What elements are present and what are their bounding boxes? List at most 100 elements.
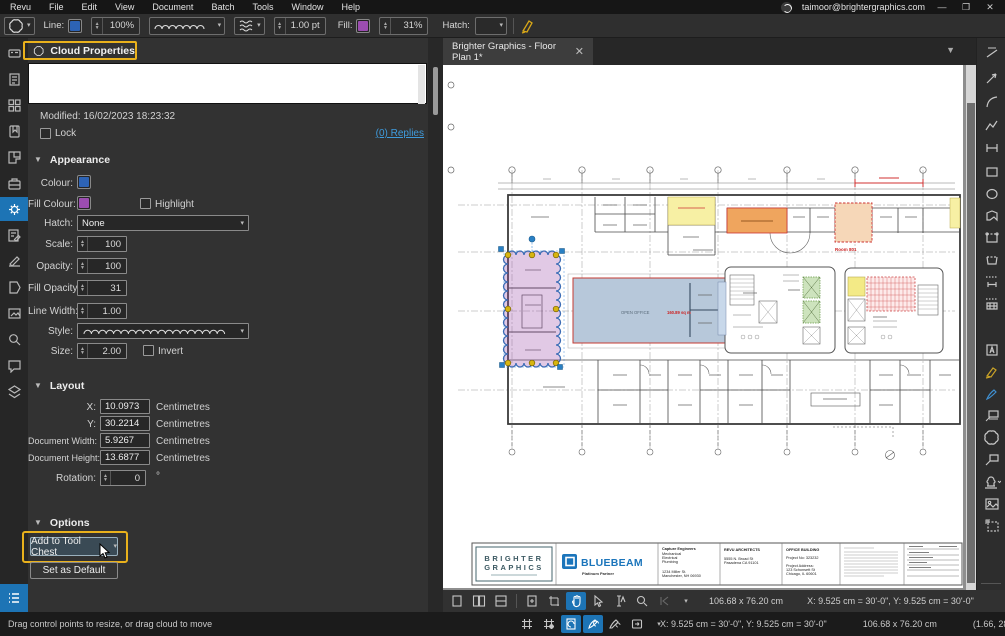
panel-divider[interactable] [428, 38, 443, 612]
comment-scrollbar[interactable] [418, 65, 425, 104]
spin-arrows-icon[interactable]: ▲ ▼ [275, 17, 286, 34]
thumbnails-icon[interactable] [0, 67, 28, 91]
appearance-section-header[interactable]: ▼ Appearance [34, 154, 110, 166]
document-width-input[interactable]: 5.9267 [100, 433, 150, 448]
fill-opacity-stepper[interactable]: ▲ ▼ 31% [379, 16, 429, 35]
cloud-polygon-icon[interactable] [980, 228, 1003, 248]
flags-icon[interactable] [0, 275, 28, 299]
text-box-icon[interactable] [980, 340, 1003, 360]
callout-icon[interactable] [980, 450, 1003, 470]
layers-icon[interactable] [0, 379, 28, 403]
tool-grid-icon[interactable] [0, 93, 28, 117]
restore-button[interactable]: ❐ [959, 1, 973, 13]
select-text-icon[interactable] [610, 592, 630, 610]
pen-icon[interactable] [980, 384, 1003, 404]
line-width-stepper[interactable]: ▲ ▼ 1.00 pt [273, 16, 326, 35]
menu-document[interactable]: Document [152, 2, 193, 12]
zoom-tool-icon[interactable] [632, 592, 652, 610]
cloud-style-dropdown[interactable]: ▾ [149, 16, 226, 35]
replies-link[interactable]: (0) Replies [376, 128, 424, 139]
menu-view[interactable]: View [115, 2, 134, 12]
search-icon[interactable] [0, 327, 28, 351]
previous-view-icon[interactable] [654, 592, 674, 610]
markups-list-icon[interactable] [0, 223, 28, 247]
cloud-markup-selected[interactable] [498, 235, 565, 370]
rotation-stepper[interactable]: ▲ ▼ 0 [100, 470, 146, 486]
markup-list-toggle-icon[interactable] [0, 584, 28, 612]
menu-revu[interactable]: Revu [10, 2, 31, 12]
menu-edit[interactable]: Edit [82, 2, 98, 12]
crop-page-icon[interactable] [544, 592, 564, 610]
tab-floor-plan[interactable]: Brighter Graphics - Floor Plan 1* ✕ [443, 38, 593, 65]
comment-box[interactable] [28, 63, 427, 104]
snap-grid-icon[interactable] [539, 615, 559, 633]
document-viewport[interactable]: Room 801 OPEN OFFICE 160.89 sq m BRIGHTE… [443, 65, 966, 590]
measure-area-icon[interactable] [980, 294, 1003, 314]
tab-close-icon[interactable]: ✕ [575, 45, 584, 58]
dimension-icon[interactable] [980, 138, 1003, 158]
menu-tools[interactable]: Tools [252, 2, 273, 12]
reuse-tool-icon[interactable] [627, 615, 647, 633]
studio-icon[interactable] [0, 353, 28, 377]
arc-icon[interactable] [980, 92, 1003, 112]
ellipse-icon[interactable] [980, 184, 1003, 204]
media-icon[interactable] [0, 301, 28, 325]
menu-window[interactable]: Window [291, 2, 323, 12]
x-input[interactable]: 10.0973 [100, 399, 150, 414]
highlight-checkbox[interactable] [140, 198, 151, 209]
lock-checkbox[interactable] [40, 128, 51, 139]
sketch-polygon-icon[interactable] [980, 250, 1003, 270]
vertical-scrollbar[interactable] [966, 65, 976, 590]
scrollbar-thumb[interactable] [967, 103, 975, 583]
style-dropdown[interactable]: ▾ [77, 323, 249, 339]
spin-arrows-icon[interactable]: ▲ ▼ [380, 17, 392, 34]
hatch-dropdown[interactable]: ▾ [474, 16, 507, 35]
callout-box-icon[interactable] [980, 406, 1003, 426]
line-width-stepper[interactable]: ▲ ▼ 1.00 [77, 303, 127, 319]
document-height-input[interactable]: 13.6877 [100, 450, 150, 465]
panel-scrollbar-thumb[interactable] [433, 67, 438, 115]
options-section-header[interactable]: ▼ Options [34, 517, 90, 529]
properties-icon[interactable] [0, 197, 28, 221]
line-opacity-stepper[interactable]: ▲ ▼ 100% [91, 16, 141, 35]
fill-opacity-stepper[interactable]: ▲ ▼ 31 [77, 280, 127, 296]
arrow-icon[interactable] [980, 68, 1003, 88]
line-color-swatch[interactable] [68, 18, 83, 33]
highlighter-icon[interactable] [980, 362, 1003, 382]
hatch-dropdown[interactable]: None ▾ [77, 215, 249, 231]
bookmarks-icon[interactable] [0, 119, 28, 143]
menu-file[interactable]: File [49, 2, 64, 12]
scale-stepper[interactable]: ▲ ▼ 100 [77, 236, 127, 252]
fill-color-swatch[interactable] [356, 18, 371, 33]
cloud-icon[interactable] [980, 427, 1003, 447]
collapse-strip-icon[interactable] [980, 42, 1003, 62]
fill-colour-swatch[interactable] [77, 196, 91, 210]
menu-help[interactable]: Help [341, 2, 360, 12]
snapshot-icon[interactable] [980, 516, 1003, 536]
spaces-icon[interactable] [0, 145, 28, 169]
pan-tool-icon[interactable] [566, 592, 586, 610]
polygon-icon[interactable] [980, 206, 1003, 226]
split-horizontal-icon[interactable] [491, 592, 511, 610]
cloud-markup-shape[interactable] [502, 250, 562, 368]
single-page-icon[interactable] [447, 592, 467, 610]
set-as-default-button[interactable]: Set as Default [30, 562, 118, 579]
size-stepper[interactable]: ▲ ▼ 2.00 [77, 343, 127, 359]
image-icon[interactable] [980, 494, 1003, 514]
select-tool-icon[interactable] [588, 592, 608, 610]
line-endings-dropdown[interactable]: ▾ [234, 16, 265, 35]
signatures-icon[interactable] [0, 249, 28, 273]
highlighter-mode-icon[interactable] [520, 18, 535, 34]
tab-list-chevron-icon[interactable]: ▼ [946, 45, 955, 55]
close-button[interactable]: ✕ [983, 1, 997, 13]
tool-chest-icon[interactable] [0, 171, 28, 195]
pen-mode-icon[interactable] [605, 615, 625, 633]
view-history-chevron-icon[interactable]: ▾ [676, 592, 696, 610]
menu-batch[interactable]: Batch [211, 2, 234, 12]
minimize-button[interactable]: — [935, 1, 949, 13]
spin-arrows-icon[interactable]: ▲ ▼ [92, 17, 104, 34]
grid-icon[interactable] [517, 615, 537, 633]
account-email[interactable]: taimoor@brightergraphics.com [802, 2, 925, 12]
rectangle-icon[interactable] [980, 162, 1003, 182]
colour-swatch[interactable] [77, 175, 91, 189]
